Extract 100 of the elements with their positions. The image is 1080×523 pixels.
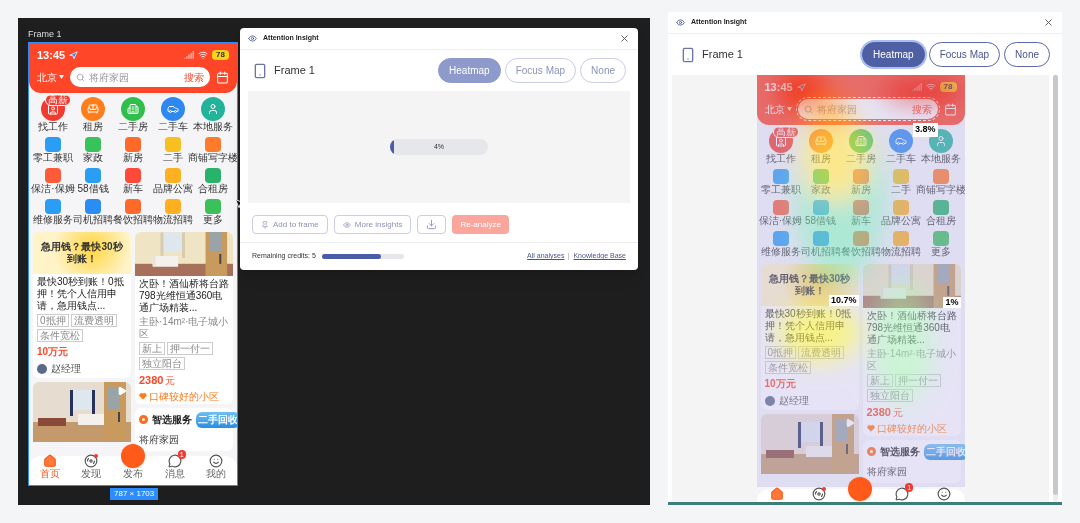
wifi-icon bbox=[198, 50, 209, 60]
service-label[interactable]: 合租房 bbox=[198, 183, 228, 195]
service-icon[interactable] bbox=[45, 199, 61, 214]
tab-item[interactable]: 首页 bbox=[34, 454, 65, 479]
publish-button[interactable] bbox=[121, 444, 145, 468]
badge: 高薪 bbox=[772, 126, 799, 138]
disc-icon bbox=[811, 487, 826, 501]
service-label[interactable]: 物流招聘 bbox=[880, 246, 921, 258]
service-label[interactable]: 家政 bbox=[83, 152, 103, 164]
service-label[interactable]: 新车 bbox=[123, 183, 143, 195]
service-icon[interactable] bbox=[812, 231, 829, 246]
service-icon[interactable] bbox=[205, 199, 221, 214]
service-icon[interactable] bbox=[85, 168, 101, 183]
chat-icon bbox=[167, 454, 182, 468]
service-icon[interactable] bbox=[852, 169, 869, 184]
view-tab[interactable]: Focus Map bbox=[928, 42, 1001, 67]
service-icon[interactable] bbox=[932, 200, 949, 215]
service-icon[interactable] bbox=[205, 168, 221, 183]
tag: 独立阳台 bbox=[139, 357, 185, 370]
service-icon[interactable] bbox=[121, 97, 145, 121]
size-tag: 787 × 1703 bbox=[110, 488, 159, 500]
tag: 新上 bbox=[139, 342, 165, 355]
service-icon[interactable] bbox=[161, 97, 185, 121]
play-icon bbox=[117, 386, 127, 396]
service-label[interactable]: 商铺写字楼 bbox=[915, 184, 965, 196]
scrollbar[interactable] bbox=[1053, 75, 1058, 502]
disc-icon bbox=[84, 454, 99, 468]
service-icon[interactable] bbox=[772, 169, 789, 184]
car-icon bbox=[894, 135, 907, 147]
service-label[interactable]: 物流招聘 bbox=[153, 214, 193, 226]
view-tab[interactable]: Heatmap bbox=[862, 42, 925, 67]
service-label[interactable]: 零工兼职 bbox=[760, 184, 801, 196]
service-label[interactable]: 司机招聘 bbox=[73, 214, 113, 226]
price: 2380 bbox=[139, 373, 164, 388]
tag: 押一付一 bbox=[167, 342, 213, 355]
service-icon[interactable] bbox=[81, 97, 105, 121]
smile-icon bbox=[936, 487, 951, 501]
service-label[interactable]: 租房 bbox=[83, 121, 103, 133]
service-label[interactable]: 二手车 bbox=[158, 121, 188, 133]
service-label[interactable]: 找工作 bbox=[765, 153, 796, 165]
service-icon[interactable] bbox=[888, 129, 913, 153]
service-label[interactable]: 本地服务 bbox=[193, 121, 233, 133]
service-icon[interactable] bbox=[772, 231, 789, 246]
service-icon[interactable] bbox=[808, 129, 833, 153]
service-label[interactable]: 品牌公寓 bbox=[153, 183, 193, 195]
view-tab[interactable]: None bbox=[1004, 42, 1050, 67]
calendar-icon[interactable] bbox=[216, 70, 229, 84]
close-icon[interactable] bbox=[619, 33, 630, 44]
download-button[interactable] bbox=[417, 215, 447, 234]
service-icon[interactable] bbox=[85, 137, 101, 152]
banner-headline: 急用钱？最快30秒到账！ bbox=[40, 241, 124, 265]
service-label[interactable]: 合租房 bbox=[925, 215, 956, 227]
service-label[interactable]: 保洁·保姆 bbox=[758, 215, 803, 227]
tab-item[interactable]: 发现 bbox=[76, 454, 107, 479]
service-icon[interactable] bbox=[205, 137, 221, 152]
heart-icon bbox=[139, 392, 147, 400]
service-icon[interactable] bbox=[201, 97, 225, 121]
banner-headline: 急用钱？最快30秒到账！ bbox=[767, 273, 852, 297]
smile-icon bbox=[209, 454, 224, 468]
service-label[interactable]: 找工作 bbox=[38, 121, 68, 133]
calendar-icon[interactable] bbox=[943, 102, 957, 116]
service-icon[interactable] bbox=[125, 168, 141, 183]
service-label[interactable]: 品牌公寓 bbox=[880, 215, 921, 227]
service-label[interactable]: 维修服务 bbox=[760, 246, 801, 258]
service-icon[interactable] bbox=[45, 137, 61, 152]
service-icon[interactable] bbox=[45, 168, 61, 183]
service-icon[interactable] bbox=[848, 129, 873, 153]
close-icon[interactable] bbox=[1043, 17, 1054, 28]
service-label[interactable]: 更多 bbox=[930, 246, 951, 258]
service-icon[interactable] bbox=[852, 231, 869, 246]
service-icon[interactable] bbox=[85, 199, 101, 214]
tab-item[interactable]: 我的 bbox=[201, 454, 232, 479]
service-label[interactable]: 保洁·保姆 bbox=[31, 183, 75, 195]
service-icon[interactable] bbox=[772, 200, 789, 215]
listing-card[interactable]: 次卧！酒仙桥将台路798光维恒通360电通广场精装... 主卧·14m²·电子城小区 新上 押一付一 独立阳台 2380 元 口碑较好的小区 bbox=[135, 232, 233, 404]
service-label[interactable]: 商铺写字楼 bbox=[188, 152, 237, 164]
service-icon[interactable] bbox=[125, 199, 141, 214]
search-icon bbox=[803, 104, 813, 114]
service-label[interactable]: 新房 bbox=[123, 152, 143, 164]
contact-card-icon bbox=[47, 103, 59, 115]
search-action[interactable]: 搜索 bbox=[184, 69, 204, 85]
search-field[interactable]: 将府家园 搜索 bbox=[70, 67, 210, 87]
building-icon bbox=[127, 103, 139, 115]
city-selector[interactable]: 北京 bbox=[37, 69, 57, 85]
service-label[interactable]: 本地服务 bbox=[920, 153, 961, 165]
service-label[interactable]: 二手 bbox=[163, 152, 183, 164]
service-label[interactable]: 二手房 bbox=[118, 121, 148, 133]
tab-label: 首页 bbox=[39, 468, 60, 479]
service-label[interactable]: 更多 bbox=[203, 214, 223, 226]
service-icon[interactable] bbox=[932, 231, 949, 246]
service-icon[interactable] bbox=[852, 200, 869, 215]
pin-icon bbox=[261, 220, 269, 229]
service-label[interactable]: 维修服务 bbox=[33, 214, 73, 226]
listing-card[interactable]: 急用钱？最快30秒到账！ 最快30秒到账！0抵押！凭个人信用申请，急用钱点... 0抵押 流费透明 条件宽松 10万元 赵经理 bbox=[33, 232, 131, 378]
service-icon[interactable] bbox=[125, 137, 141, 152]
service-icon[interactable] bbox=[932, 169, 949, 184]
service-label[interactable]: 餐饮招聘 bbox=[113, 214, 153, 226]
service-label[interactable]: 零工兼职 bbox=[33, 152, 73, 164]
price: 10万元 bbox=[37, 345, 70, 359]
service-label[interactable]: 58借钱 bbox=[77, 183, 109, 195]
